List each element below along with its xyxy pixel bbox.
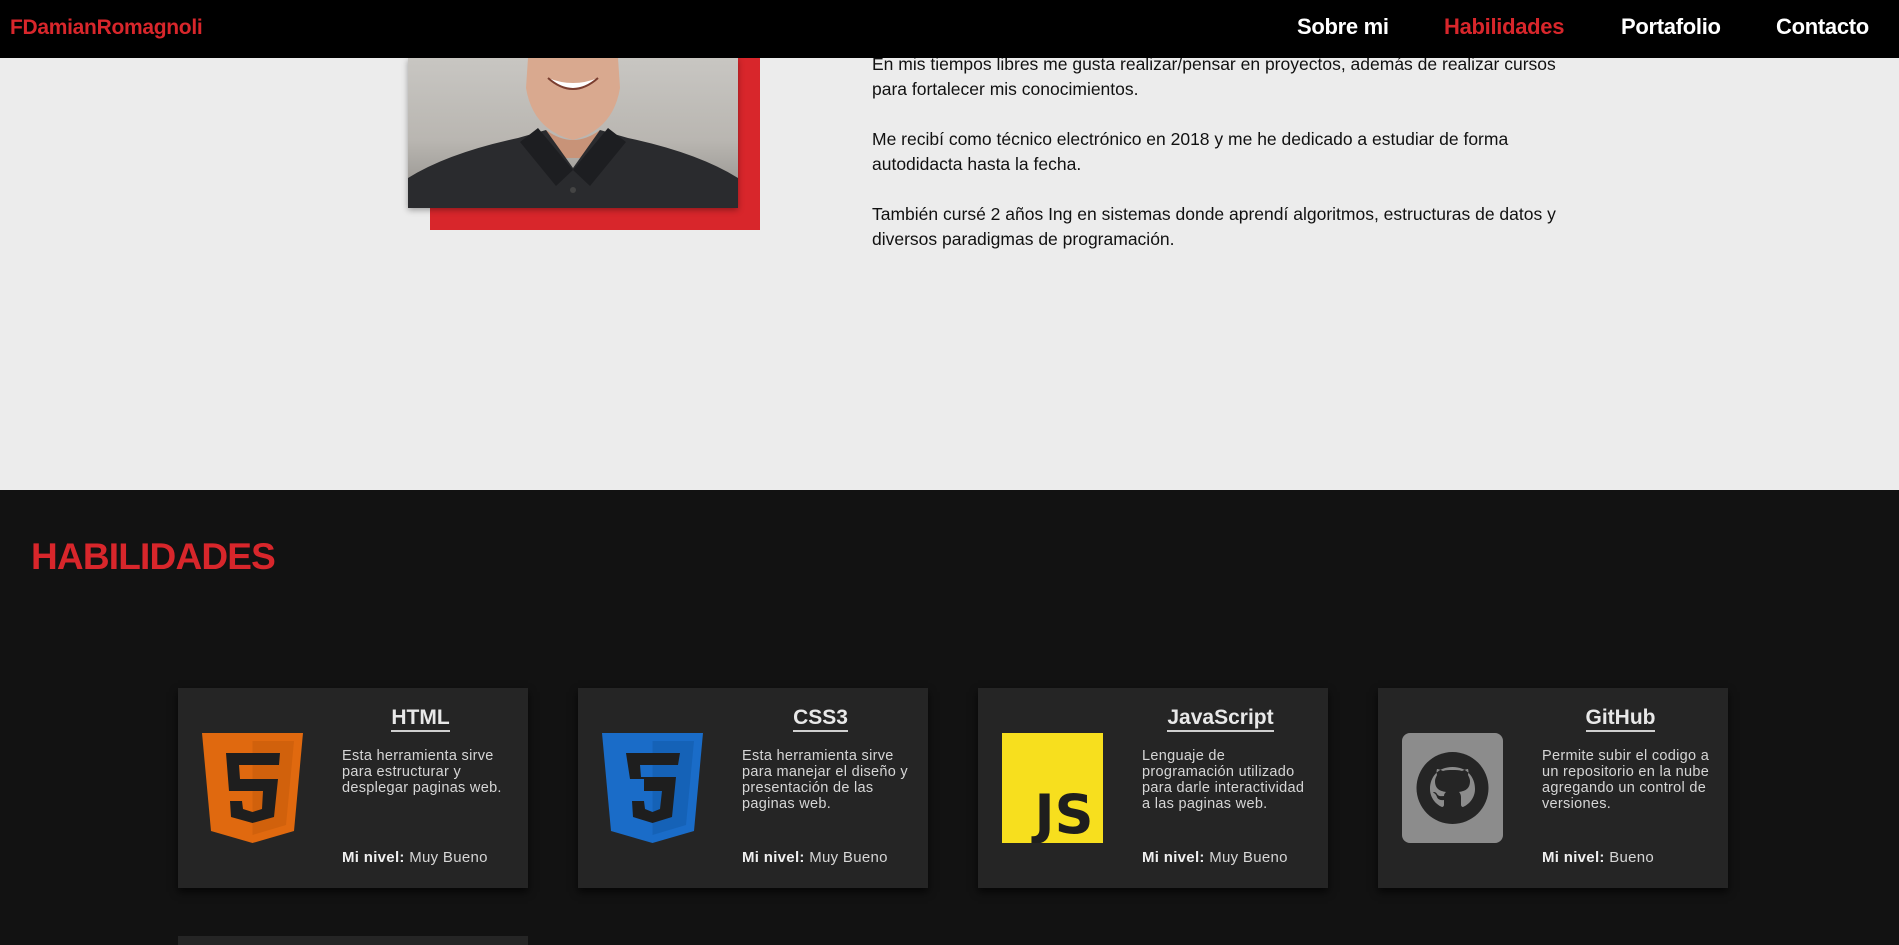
nav-link-habilidades[interactable]: Habilidades <box>1444 14 1564 40</box>
skill-card-javascript: JS JavaScript Lenguaje de programación u… <box>978 688 1328 888</box>
svg-text:JS: JS <box>1031 783 1094 843</box>
skill-card-description: Esta herramienta sirve para estructurar … <box>342 748 502 796</box>
bio-paragraph: Me recibí como técnico electrónico en 20… <box>872 129 1509 174</box>
skill-card-title: CSS3 <box>713 706 928 732</box>
skill-card-github: GitHub Permite subir el codigo a un repo… <box>1378 688 1728 888</box>
skill-card-title: HTML <box>313 706 528 732</box>
skill-card-partial <box>178 936 528 945</box>
about-section: En mis tiempos libres me gusta realizar/… <box>0 54 1899 490</box>
bio-paragraph: También cursé 2 años Ing en sistemas don… <box>872 204 1556 249</box>
skill-card-description: Permite subir el codigo a un repositorio… <box>1542 748 1710 812</box>
skill-card-title: JavaScript <box>1113 706 1328 732</box>
brand-logo[interactable]: FDamianRomagnoli <box>10 16 203 40</box>
skill-card-title: GitHub <box>1513 706 1728 732</box>
skill-card-html: HTML Esta herramienta sirve para estruct… <box>178 688 528 888</box>
skill-card-level: Mi nivel: Muy Bueno <box>342 849 488 866</box>
skill-card-level: Mi nivel: Muy Bueno <box>1142 849 1288 866</box>
skills-section: HABILIDADES HTML Esta herramienta sirve … <box>0 490 1899 945</box>
css3-icon <box>602 733 703 843</box>
profile-photo-illustration <box>408 58 738 208</box>
navbar: FDamianRomagnoli Sobre mi Habilidades Po… <box>0 0 1899 58</box>
skill-card-css3: CSS3 Esta herramienta sirve para manejar… <box>578 688 928 888</box>
nav-link-contacto[interactable]: Contacto <box>1776 14 1869 40</box>
skills-title: HABILIDADES <box>31 536 276 577</box>
github-icon <box>1402 733 1503 843</box>
nav-link-portafolio[interactable]: Portafolio <box>1621 14 1721 40</box>
profile-photo <box>408 58 738 208</box>
skill-card-description: Esta herramienta sirve para manejar el d… <box>742 748 908 812</box>
skill-card-description: Lenguaje de programación utilizado para … <box>1142 748 1305 812</box>
skill-card-level: Mi nivel: Muy Bueno <box>742 849 888 866</box>
bio-text: En mis tiempos libres me gusta realizar/… <box>872 54 1572 277</box>
html5-icon <box>202 733 303 843</box>
skill-card-level: Mi nivel: Bueno <box>1542 849 1655 866</box>
bio-paragraph: En mis tiempos libres me gusta realizar/… <box>872 54 1556 99</box>
javascript-icon: JS <box>1002 733 1103 846</box>
nav-link-sobre-mi[interactable]: Sobre mi <box>1297 14 1389 40</box>
